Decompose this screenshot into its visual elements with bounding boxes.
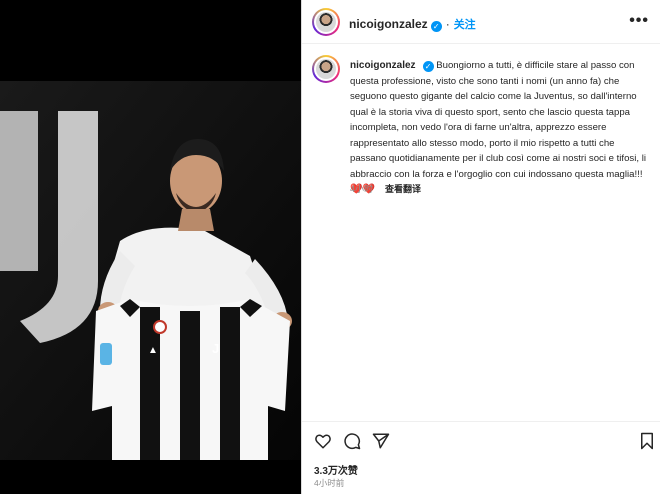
follow-button[interactable]: 关注 <box>454 19 476 31</box>
caption-avatar[interactable] <box>312 55 340 83</box>
caption-text: Buongiorno a tutti, è difficile stare al… <box>350 60 646 180</box>
author-username[interactable]: nicoigonzalez <box>349 17 428 31</box>
post-photo[interactable]: ▲ J <box>0 81 301 460</box>
caption-time: 4小时 <box>350 184 374 194</box>
see-translation-link[interactable]: 查看翻译 <box>385 184 421 194</box>
svg-text:J: J <box>212 341 219 356</box>
caption-username[interactable]: nicoigonzalez <box>350 60 416 71</box>
player-holding-jersey-image: ▲ J <box>0 81 301 460</box>
post-header: nicoigonzalez ✓ · 关注 ••• <box>302 0 660 44</box>
author-avatar[interactable] <box>312 8 340 36</box>
share-send-icon[interactable] <box>372 432 390 450</box>
header-author: nicoigonzalez ✓ · 关注 <box>349 15 476 33</box>
save-bookmark-icon[interactable] <box>638 432 656 450</box>
verified-badge-icon: ✓ <box>430 21 442 32</box>
like-heart-icon[interactable] <box>314 432 332 450</box>
post-side-panel: nicoigonzalez ✓ · 关注 ••• nicoigonzalez ✓ Buo… <box>301 0 660 494</box>
action-bar: 3.3万次赞 4小时前 <box>302 421 660 494</box>
caption-meta: 4小时 查看翻译 <box>350 182 433 195</box>
caption-body: nicoigonzalez ✓ Buongiorno a tutti, è dif… <box>350 58 650 198</box>
comment-icon[interactable] <box>343 432 361 450</box>
svg-text:▲: ▲ <box>148 345 158 356</box>
separator-dot: · <box>445 17 450 31</box>
post-timestamp: 4小时前 <box>314 478 345 488</box>
more-options-icon[interactable]: ••• <box>629 12 649 30</box>
post-media: ▲ J <box>0 0 301 494</box>
like-count[interactable]: 3.3万次赞 <box>314 462 358 477</box>
verified-badge-icon: ✓ <box>422 61 434 72</box>
